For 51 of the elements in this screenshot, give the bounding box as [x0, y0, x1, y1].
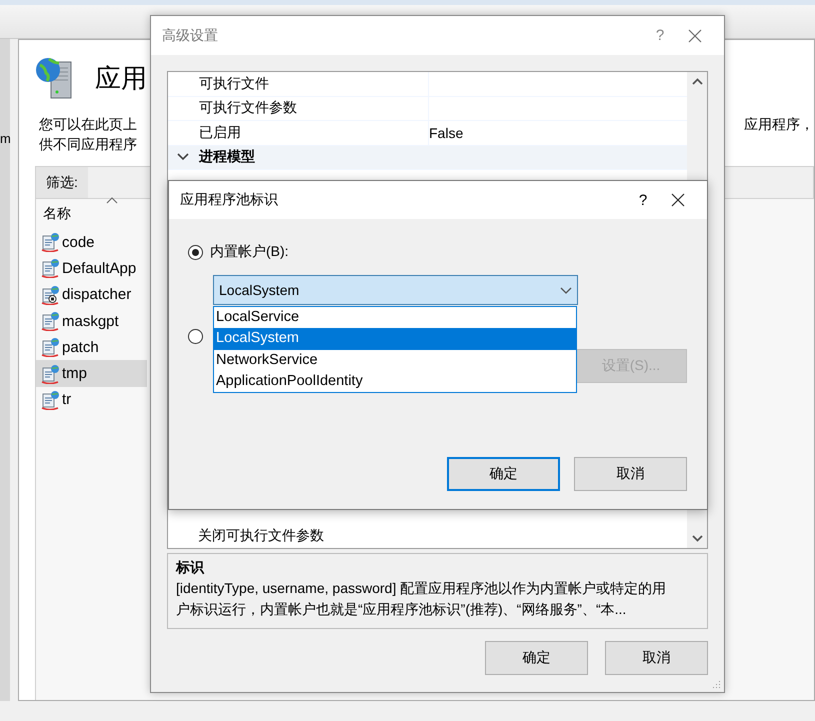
- dialog-title: 高级设置: [162, 26, 219, 44]
- dialog-button[interactable]: 取消: [605, 641, 708, 675]
- property-value[interactable]: False: [429, 124, 464, 141]
- radio-button[interactable]: [188, 328, 203, 344]
- page-title: 应用: [95, 62, 147, 94]
- dropdown-option[interactable]: ApplicationPoolIdentity: [214, 370, 576, 392]
- app-pool-icon: [40, 337, 60, 358]
- app-pool-item[interactable]: patch: [36, 334, 147, 360]
- app-pool-item[interactable]: dispatcher: [36, 282, 147, 308]
- app-pool-icon: [40, 232, 60, 252]
- app-pool-icon: [40, 311, 60, 332]
- app-pool-icon: [40, 258, 60, 278]
- description-text: 供不同应用程序: [39, 136, 137, 154]
- app-pool-item[interactable]: DefaultApp: [36, 255, 147, 282]
- radio-label[interactable]: 内置帐户(B):: [210, 243, 289, 261]
- dialog-button[interactable]: 确定: [485, 641, 588, 675]
- dropdown-option[interactable]: LocalService: [214, 307, 576, 328]
- collapse-chevron-icon[interactable]: [177, 153, 189, 162]
- help-button[interactable]: ?: [640, 27, 680, 44]
- description-text: 您可以在此页上: [39, 116, 137, 134]
- description-text: 应用程序，: [744, 116, 814, 134]
- property-name[interactable]: 可执行文件: [198, 74, 428, 93]
- dialog-title: 应用程序池标识: [180, 191, 279, 209]
- app-pool-icon: [40, 390, 60, 410]
- help-button[interactable]: ?: [623, 192, 663, 208]
- dropdown-option[interactable]: NetworkService: [214, 350, 576, 371]
- app-pool-item[interactable]: maskgpt: [36, 308, 147, 334]
- pane-text: m: [0, 131, 11, 146]
- app-pool-icon: [40, 364, 60, 384]
- property-name[interactable]: 可执行文件参数: [198, 99, 428, 118]
- dialog-button[interactable]: 取消: [574, 457, 687, 491]
- app-pool-item[interactable]: tr: [36, 386, 147, 414]
- stopped-pool-icon: [40, 284, 60, 305]
- account-dropdown[interactable]: LocalSystem: [213, 275, 578, 305]
- chevron-down-icon: [560, 286, 572, 294]
- scroll-down-icon: [692, 535, 702, 542]
- category-name: 进程模型: [198, 148, 256, 166]
- dropdown-option[interactable]: LocalSystem: [214, 328, 576, 350]
- filter-label: 筛选:: [36, 167, 88, 198]
- dialog-button[interactable]: 确定: [447, 457, 560, 491]
- scroll-up-icon: [692, 78, 702, 85]
- radio-button[interactable]: [188, 244, 203, 260]
- app-pool-item[interactable]: code: [36, 229, 147, 256]
- property-name[interactable]: 关闭可执行文件参数: [198, 527, 428, 545]
- resize-grip-icon: [711, 679, 721, 689]
- column-header[interactable]: 名称: [43, 205, 71, 223]
- description-text: [identityType, username, password] 配置应用程序池以作为内置帐户或特定的用户标识运行，内置帐户也就是“应用程序池标识”(推荐)、“网络服务”、“本...: [176, 580, 666, 617]
- property-name[interactable]: 已启用: [198, 124, 428, 142]
- description-title: 标识: [176, 558, 206, 577]
- close-icon[interactable]: [671, 193, 685, 207]
- app-pool-item[interactable]: tmp: [36, 360, 147, 387]
